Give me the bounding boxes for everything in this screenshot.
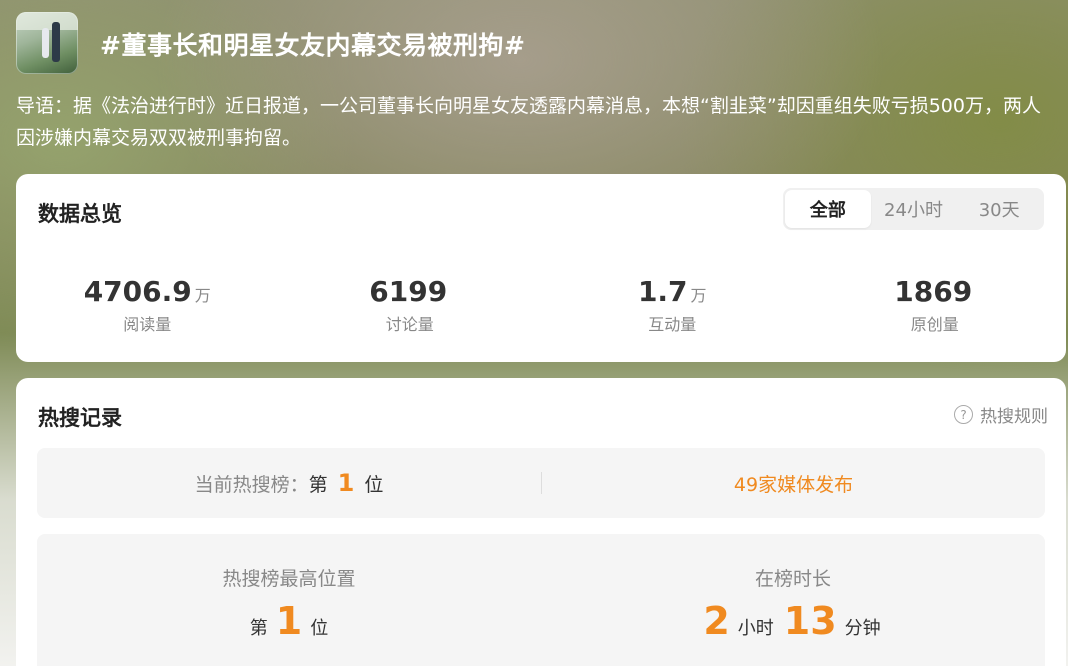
stat-originals: 1869 原创量 <box>804 274 1067 336</box>
thumbnail-figure <box>52 22 60 62</box>
duration-hours: 2 <box>703 599 730 643</box>
duration-title: 在榜时长 <box>754 568 831 590</box>
rank-post: 位 <box>364 473 384 496</box>
stat-discussions: 6199 讨论量 <box>279 274 542 336</box>
hot-record-title: 热搜记录 <box>38 406 122 430</box>
stat-unit: 万 <box>690 286 707 305</box>
question-circle-icon: ? <box>954 405 973 424</box>
overview-title: 数据总览 <box>38 202 122 226</box>
current-rank-number: 1 <box>337 469 355 497</box>
current-rank-prefix: 当前热搜榜： <box>194 473 309 496</box>
stat-label: 讨论量 <box>385 315 434 334</box>
stat-interactions: 1.7 万 互动量 <box>541 274 804 336</box>
duration-hours-unit: 小时 <box>737 618 774 639</box>
topic-header: #董事长和明星女友内幕交易被刑拘# <box>16 12 1056 74</box>
topic-title: #董事长和明星女友内幕交易被刑拘# <box>100 31 526 60</box>
thumbnail-figure <box>42 28 49 58</box>
current-rank: 当前热搜榜： 第 1 位 <box>37 448 541 518</box>
stat-label: 阅读量 <box>123 315 172 334</box>
stat-value: 1.7 <box>637 275 688 308</box>
stat-reads: 4706.9 万 阅读量 <box>16 274 279 336</box>
duration-minutes-unit: 分钟 <box>844 618 881 639</box>
stat-label: 互动量 <box>648 315 697 334</box>
hot-search-record-card: 热搜记录 ? 热搜规则 当前热搜榜： 第 1 位 49家媒体发布 热搜榜最高位置… <box>16 378 1066 666</box>
topic-intro: 导语：据《法治进行时》近日报道，一公司董事长向明星女友透露内幕消息，本想“割韭菜… <box>16 95 1041 149</box>
stat-label: 原创量 <box>910 315 959 334</box>
peak-pre: 第 <box>249 618 268 639</box>
stat-unit: 万 <box>194 286 211 305</box>
current-rank-panel: 当前热搜榜： 第 1 位 49家媒体发布 <box>37 448 1045 518</box>
peak-stats-panel: 热搜榜最高位置 第 1 位 在榜时长 2 小时 13 分钟 <box>37 534 1045 666</box>
hot-search-rules-link[interactable]: ? 热搜规则 <box>954 402 1048 427</box>
tab-24h[interactable]: 24小时 <box>871 190 957 228</box>
stat-value: 1869 <box>894 275 973 308</box>
stat-value: 4706.9 <box>83 275 192 308</box>
duration-minutes: 13 <box>783 599 837 643</box>
stats-row: 4706.9 万 阅读量 6199 讨论量 1.7 万 互动量 1869 原创量 <box>16 274 1066 336</box>
on-list-duration: 在榜时长 2 小时 13 分钟 <box>541 534 1045 666</box>
tab-30d[interactable]: 30天 <box>956 190 1042 228</box>
tab-all[interactable]: 全部 <box>785 190 871 228</box>
time-range-tabs: 全部 24小时 30天 <box>783 188 1044 230</box>
topic-thumbnail[interactable] <box>16 12 78 74</box>
peak-rank-number: 1 <box>275 599 303 643</box>
peak-post: 位 <box>310 618 329 639</box>
data-overview-card: 数据总览 全部 24小时 30天 4706.9 万 阅读量 6199 讨论量 1.… <box>16 174 1066 362</box>
media-coverage-link[interactable]: 49家媒体发布 <box>542 448 1045 518</box>
rank-pre: 第 <box>308 473 328 496</box>
peak-position: 热搜榜最高位置 第 1 位 <box>37 534 541 666</box>
rules-label: 热搜规则 <box>980 407 1048 427</box>
peak-position-title: 热搜榜最高位置 <box>222 568 356 590</box>
stat-value: 6199 <box>369 275 448 308</box>
